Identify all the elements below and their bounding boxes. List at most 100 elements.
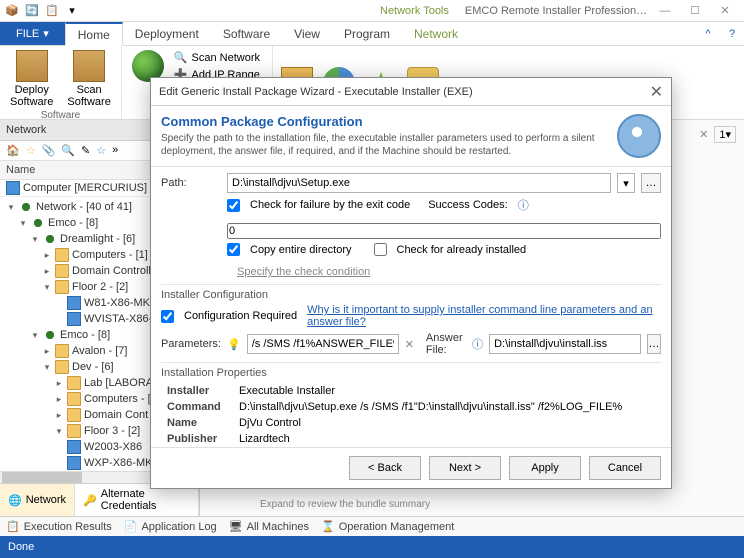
bulb-icon[interactable]: 💡 [227, 338, 241, 351]
folder-icon [67, 392, 81, 406]
edit-icon[interactable]: ✎ [81, 144, 90, 157]
footer-all-machines[interactable]: 🖥All Machines [229, 520, 309, 533]
qat-icon-1[interactable]: 🔄 [24, 3, 40, 19]
footer-bar: 📋Execution Results 📄Application Log 🖥All… [0, 516, 744, 536]
dialog-heading: Common Package Configuration [161, 114, 609, 129]
folder-icon [55, 264, 69, 278]
footer-operation-management[interactable]: ⌛Operation Management [321, 520, 454, 533]
box-icon [16, 50, 48, 82]
tab-software[interactable]: Software [211, 22, 282, 45]
parameters-input[interactable] [247, 334, 399, 354]
answer-file-browse-button[interactable]: … [647, 334, 661, 354]
tab-network-bottom[interactable]: 🌐Network [0, 484, 75, 516]
tab-network[interactable]: Network [402, 22, 470, 45]
ribbon-tabs: FILE ▾ Home Deployment Software View Pro… [0, 22, 744, 46]
expand-icon[interactable] [54, 298, 64, 308]
machines-icon: 🖥 [229, 520, 243, 533]
expand-icon[interactable]: ▾ [54, 426, 64, 436]
apply-button[interactable]: Apply [509, 456, 581, 480]
properties-table: InstallerExecutable Installer CommandD:\… [161, 382, 661, 447]
titlebar: 📦 🔄 📋 ▾ Network Tools EMCO Remote Instal… [0, 0, 744, 22]
path-input[interactable] [227, 173, 611, 193]
expand-icon[interactable]: ▸ [42, 266, 52, 276]
clip-icon[interactable]: 📎 [42, 144, 56, 157]
star-outline-icon[interactable]: ☆ [26, 144, 36, 157]
pager-icon[interactable]: 1▾ [714, 126, 736, 143]
file-tab[interactable]: FILE ▾ [0, 22, 65, 45]
close-button[interactable]: ✕ [710, 1, 740, 21]
list-icon: 📋 [6, 520, 20, 533]
search-icon[interactable]: 🔍 [61, 144, 75, 157]
path-browse-button[interactable]: … [641, 173, 661, 193]
copy-dir-checkbox[interactable] [227, 243, 240, 256]
expand-icon[interactable] [54, 314, 64, 324]
help-icon[interactable]: ? [720, 22, 744, 45]
key-icon: 🔑 [83, 494, 97, 507]
ribbon-collapse-icon[interactable]: ^ [696, 22, 720, 45]
scan-network-button[interactable]: 🔍Scan Network [170, 50, 264, 65]
expand-icon[interactable]: ▾ [30, 234, 40, 244]
path-dropdown-icon[interactable]: ▾ [617, 173, 635, 193]
dialog-description: Specify the path to the installation fil… [161, 132, 609, 158]
close-panel-icon[interactable]: ✕ [699, 128, 708, 141]
expand-icon[interactable]: ▾ [6, 202, 16, 212]
dialog-close-icon[interactable]: ✕ [650, 82, 663, 102]
clear-params-icon[interactable]: ✕ [405, 338, 414, 351]
path-label: Path: [161, 177, 221, 189]
expand-icon[interactable]: ▾ [42, 282, 52, 292]
folder-icon [55, 280, 69, 294]
star-blue-icon[interactable]: ☆ [96, 144, 106, 157]
home-icon[interactable]: 🏠 [6, 144, 20, 157]
check-installed-checkbox[interactable] [374, 243, 387, 256]
answer-file-input[interactable] [489, 334, 641, 354]
back-button[interactable]: < Back [349, 456, 421, 480]
expand-icon[interactable]: ▸ [54, 410, 64, 420]
next-button[interactable]: Next > [429, 456, 501, 480]
specify-condition-link[interactable]: Specify the check condition [237, 266, 370, 278]
success-codes-input[interactable] [227, 223, 661, 239]
folder-icon [67, 424, 81, 438]
scan-software-button[interactable]: Scan Software [63, 48, 114, 110]
expand-icon[interactable]: ▸ [42, 346, 52, 356]
expand-icon[interactable]: ▾ [18, 218, 28, 228]
footer-application-log[interactable]: 📄Application Log [124, 520, 217, 533]
expand-icon[interactable]: ▾ [30, 330, 40, 340]
status-text: Done [8, 541, 34, 553]
path-row: Path: ▾ … [161, 173, 661, 193]
deploy-software-button[interactable]: Deploy Software [6, 48, 57, 110]
network-icon: 🌐 [8, 494, 22, 507]
tab-program[interactable]: Program [332, 22, 402, 45]
expand-icon[interactable]: ▾ [42, 362, 52, 372]
globe-icon [31, 216, 45, 230]
qat-dropdown-icon[interactable]: ▾ [64, 3, 80, 19]
screen-icon [67, 456, 81, 470]
more-icon[interactable]: » [112, 144, 118, 157]
info-icon-2[interactable]: ⓘ [472, 336, 483, 352]
why-link[interactable]: Why is it important to supply installer … [307, 304, 661, 328]
cancel-button[interactable]: Cancel [589, 456, 661, 480]
screen-icon [67, 312, 81, 326]
minimize-button[interactable]: — [650, 1, 680, 21]
info-icon[interactable]: ⓘ [518, 197, 529, 213]
expand-icon[interactable] [54, 442, 64, 452]
expand-icon[interactable]: ▸ [42, 250, 52, 260]
folder-icon [67, 376, 81, 390]
dialog-header: Common Package Configuration Specify the… [151, 106, 671, 167]
tab-home[interactable]: Home [65, 22, 123, 46]
net-icon [19, 200, 33, 214]
maximize-button[interactable]: ☐ [680, 1, 710, 21]
folder-icon [55, 360, 69, 374]
expand-icon[interactable]: ▸ [54, 394, 64, 404]
tab-deployment[interactable]: Deployment [123, 22, 211, 45]
check-failure-checkbox[interactable] [227, 199, 240, 212]
app-icon: 📦 [4, 3, 20, 19]
chevron-down-icon: ▾ [43, 27, 49, 40]
log-icon: 📄 [124, 520, 138, 533]
expand-icon[interactable]: ▸ [54, 378, 64, 388]
box-scan-icon [73, 50, 105, 82]
config-required-checkbox[interactable] [161, 310, 174, 323]
footer-execution-results[interactable]: 📋Execution Results [6, 520, 112, 533]
tab-view[interactable]: View [282, 22, 332, 45]
qat-icon-2[interactable]: 📋 [44, 3, 60, 19]
expand-icon[interactable] [54, 458, 64, 468]
